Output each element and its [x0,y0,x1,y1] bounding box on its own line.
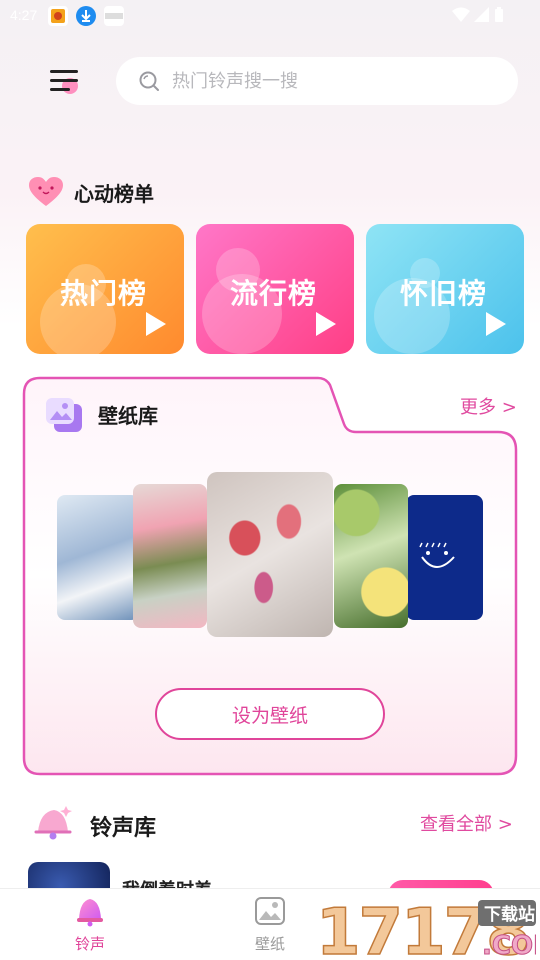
song-cover [28,862,110,890]
play-icon [316,312,336,336]
bell-icon [34,806,72,840]
chart-section-title: 心动榜单 [74,181,154,206]
wallpaper-thumbnail[interactable] [334,484,408,628]
menu-button[interactable] [48,66,82,96]
wallpaper-thumbnail[interactable] [57,495,139,620]
status-time: 4:27 [10,7,38,23]
gallery-icon [46,398,82,432]
image-tab-icon [255,897,285,925]
download-notification-icon [76,6,96,26]
watermark-logo: 17178 下载站 .COM [315,895,540,960]
wallpaper-more-link[interactable]: 更多 > [460,393,517,419]
play-icon [486,312,506,336]
notification-app-icon [48,6,68,26]
wallpaper-thumbnail-selected[interactable] [207,472,333,637]
hot-chart-card[interactable]: 热门榜 [26,224,184,354]
watermark-badge: 下载站 [484,904,535,925]
popular-chart-label: 流行榜 [230,277,318,310]
chart-section-header: 心动榜单 [28,176,154,208]
tab-wallpapers-label: 壁纸 [254,935,285,953]
set-wallpaper-button[interactable]: 设为壁纸 [155,688,385,740]
battery-icon [495,7,503,22]
watermark-suffix: .COM [482,931,536,960]
search-bar[interactable] [116,57,518,105]
classic-chart-card[interactable]: 怀旧榜 [366,224,524,354]
bell-tab-icon [77,899,103,927]
classic-chart-label: 怀旧榜 [400,277,488,310]
wallpaper-thumbnail[interactable] [406,495,483,620]
tab-ringtones[interactable]: 铃声 [45,895,135,954]
hot-chart-label: 热门榜 [60,277,148,310]
wallpaper-section-title: 壁纸库 [98,404,158,428]
wifi-icon [452,7,470,22]
signal-icon [474,7,489,22]
menu-icon-bar [50,70,78,73]
notification-app-icon-2 [104,6,124,26]
status-bar: 4:27 [0,0,540,32]
tab-ringtones-label: 铃声 [74,935,105,953]
search-input[interactable] [172,70,472,92]
ringtone-view-all-link[interactable]: 查看全部 > [420,810,513,836]
tab-wallpapers[interactable]: 壁纸 [225,895,315,954]
menu-icon-bar [50,88,70,91]
wallpaper-thumbnail[interactable] [133,484,207,628]
popular-chart-card[interactable]: 流行榜 [196,224,354,354]
play-icon [146,312,166,336]
ringtone-section-title: 铃声库 [90,816,157,841]
ringtone-list-item[interactable]: 我倒着时差 [28,860,518,890]
menu-icon-bar [50,79,78,82]
heart-icon [29,177,63,206]
status-indicators [452,7,504,23]
search-icon [139,71,159,91]
